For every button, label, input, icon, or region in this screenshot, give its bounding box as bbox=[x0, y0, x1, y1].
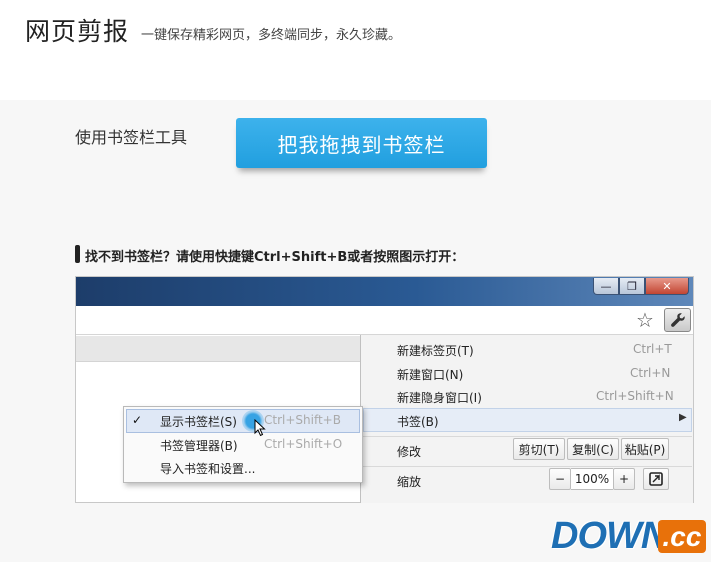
menu-item-incognito: 新建隐身窗口(I) bbox=[397, 391, 482, 405]
page-title: 网页剪报 bbox=[25, 17, 130, 46]
zoom-in-button: + bbox=[613, 468, 635, 490]
submenu-shortcut-bookmark-manager: Ctrl+Shift+O bbox=[264, 437, 343, 451]
main-panel: 使用书签栏工具 把我拖拽到书签栏 找不到书签栏？请使用快捷键Ctrl+Shift… bbox=[0, 100, 711, 562]
watermark-suffix: .cc bbox=[658, 520, 706, 553]
site-watermark: DOWN .cc bbox=[551, 516, 707, 556]
menu-item-zoom: 缩放 bbox=[397, 475, 422, 489]
menu-divider bbox=[363, 466, 692, 467]
paste-button: 粘贴(P) bbox=[621, 438, 669, 460]
bookmarks-submenu: ✓ 显示书签栏(S) Ctrl+Shift+B 书签管理器(B) Ctrl+Sh… bbox=[123, 406, 363, 483]
bookmark-tool-label: 使用书签栏工具 bbox=[75, 128, 188, 147]
hint-marker bbox=[75, 245, 80, 263]
copy-button: 复制(C) bbox=[567, 438, 619, 460]
menu-shortcut-incognito: Ctrl+Shift+N bbox=[596, 389, 674, 403]
close-icon: ✕ bbox=[645, 278, 689, 295]
menu-shortcut-new-window: Ctrl+N bbox=[630, 366, 671, 380]
cursor-icon bbox=[254, 419, 266, 437]
menu-item-new-window: 新建窗口(N) bbox=[397, 368, 464, 382]
zoom-level: 100% bbox=[571, 468, 613, 490]
submenu-item-import: 导入书签和设置... bbox=[160, 462, 256, 476]
zoom-out-button: − bbox=[549, 468, 571, 490]
menu-item-bookmarks: 书签(B) bbox=[397, 415, 439, 429]
tab-strip bbox=[76, 336, 360, 362]
address-bar: ☆ bbox=[76, 306, 693, 335]
menu-item-new-tab: 新建标签页(T) bbox=[397, 344, 474, 358]
menu-item-edit: 修改 bbox=[397, 445, 422, 459]
site-header: 网页剪报 一键保存精彩网页，多终端同步，永久珍藏。 bbox=[0, 0, 711, 100]
browser-menu: 新建标签页(T) Ctrl+T 新建窗口(N) Ctrl+N 新建隐身窗口(I)… bbox=[360, 335, 693, 503]
submenu-arrow-icon: ▶ bbox=[679, 412, 687, 423]
minimize-icon: — bbox=[593, 278, 619, 295]
submenu-item-show-bookmarks-bar: 显示书签栏(S) bbox=[160, 415, 237, 429]
menu-shortcut-new-tab: Ctrl+T bbox=[633, 342, 672, 356]
bookmarklet-drag-button[interactable]: 把我拖拽到书签栏 bbox=[236, 118, 487, 168]
restore-icon: ❐ bbox=[619, 278, 645, 295]
star-icon: ☆ bbox=[636, 308, 654, 332]
cut-button: 剪切(T) bbox=[513, 438, 565, 460]
window-controls: — ❐ ✕ bbox=[593, 278, 689, 295]
fullscreen-icon bbox=[643, 468, 669, 490]
watermark-text: DOWN bbox=[551, 515, 668, 557]
checkmark-icon: ✓ bbox=[132, 413, 143, 427]
menu-divider bbox=[363, 436, 692, 437]
browser-titlebar: — ❐ ✕ bbox=[76, 277, 693, 306]
page-tagline: 一键保存精彩网页，多终端同步，永久珍藏。 bbox=[141, 28, 402, 43]
submenu-item-bookmark-manager: 书签管理器(B) bbox=[160, 439, 238, 453]
submenu-shortcut-show-bookmarks-bar: Ctrl+Shift+B bbox=[264, 413, 341, 427]
hint-text: 找不到书签栏？请使用快捷键Ctrl+Shift+B或者按照图示打开： bbox=[85, 250, 465, 265]
wrench-icon bbox=[664, 308, 691, 332]
